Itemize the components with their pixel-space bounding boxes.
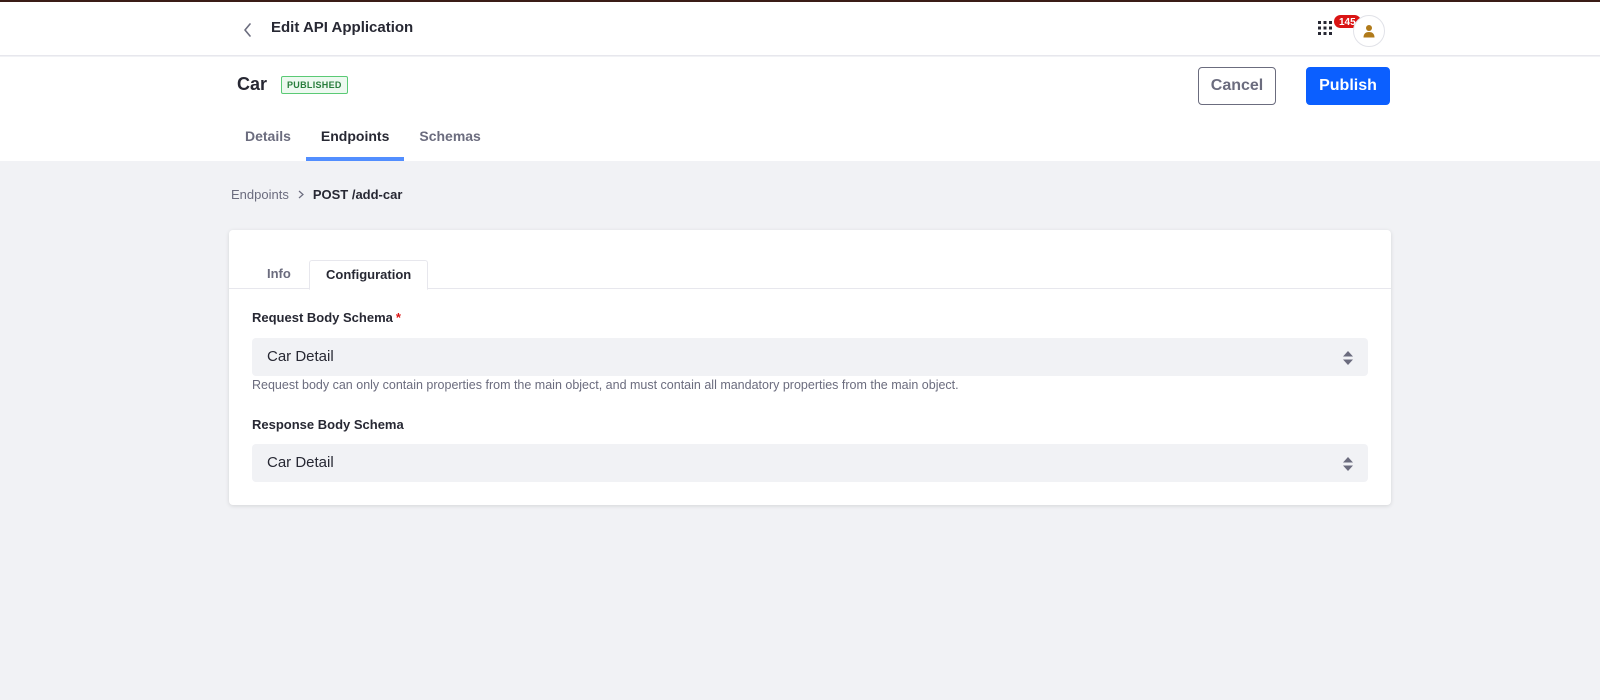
card-tabs: Info Configuration — [229, 260, 1391, 290]
app-header: Edit API Application 145 — [0, 2, 1600, 56]
caret-double-icon — [1343, 457, 1353, 471]
cancel-button[interactable]: Cancel — [1198, 67, 1276, 105]
chevron-right-icon — [298, 190, 304, 199]
tab-schemas[interactable]: Schemas — [404, 119, 495, 161]
publish-button[interactable]: Publish — [1306, 67, 1390, 105]
breadcrumb-current: POST /add-car — [312, 187, 403, 202]
status-badge: PUBLISHED — [281, 76, 348, 94]
response-body-schema-select[interactable]: Car Detail — [252, 444, 1368, 482]
request-body-schema-value: Car Detail — [267, 348, 334, 365]
request-body-schema-help: Request body can only contain properties… — [252, 378, 959, 392]
endpoint-config-card: Info Configuration Request Body Schema * … — [229, 230, 1391, 505]
breadcrumb-separator — [298, 190, 304, 199]
tab-endpoints[interactable]: Endpoints — [305, 119, 405, 161]
request-body-schema-label-text: Request Body Schema — [252, 310, 393, 325]
tab-configuration[interactable]: Configuration — [309, 260, 429, 290]
tab-details[interactable]: Details — [230, 119, 306, 161]
main-tabs: Details Endpoints Schemas — [230, 119, 496, 161]
user-avatar[interactable] — [1353, 15, 1385, 47]
response-body-schema-value: Car Detail — [267, 454, 334, 471]
required-mark: * — [395, 310, 401, 325]
request-body-schema-label: Request Body Schema * — [252, 310, 401, 325]
response-body-schema-label: Response Body Schema — [252, 417, 404, 432]
grid-icon — [1318, 21, 1332, 35]
breadcrumb-endpoints-link[interactable]: Endpoints — [231, 187, 289, 202]
entity-header: Car PUBLISHED Cancel Publish Details End… — [0, 57, 1600, 161]
entity-name: Car — [237, 74, 268, 94]
breadcrumb: Endpoints POST /add-car — [231, 187, 402, 202]
page-title: Edit API Application — [271, 19, 414, 36]
request-body-schema-select[interactable]: Car Detail — [252, 338, 1368, 376]
back-button[interactable] — [238, 20, 258, 40]
caret-double-icon — [1343, 351, 1353, 365]
tab-info[interactable]: Info — [251, 260, 307, 290]
chevron-left-icon — [244, 23, 251, 37]
user-icon — [1363, 25, 1375, 38]
